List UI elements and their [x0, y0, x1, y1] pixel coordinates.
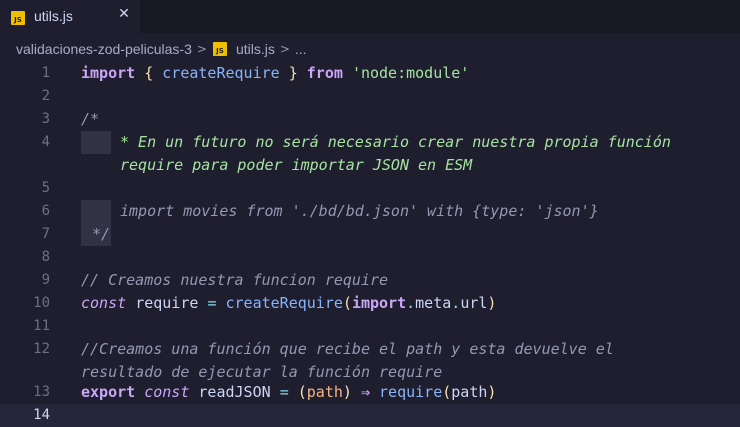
code-editor[interactable]: 1 2 3 4 5 6 7 8 9 10 11 12 13 14 import …	[0, 62, 740, 427]
tab-bar: JS utils.js ✕	[0, 0, 740, 33]
javascript-file-icon: JS	[11, 11, 25, 25]
javascript-file-icon: JS	[212, 42, 227, 56]
breadcrumb-file[interactable]: utils.js	[236, 41, 275, 57]
line-number: 12	[33, 341, 50, 357]
line-number: 1	[41, 65, 50, 81]
code-line: import { createRequire } from 'node:modu…	[81, 64, 470, 82]
close-icon[interactable]: ✕	[116, 6, 132, 26]
line-number: 9	[41, 272, 50, 288]
indent-guide	[81, 200, 111, 223]
code-line-wrap: require para poder importar JSON en ESM	[120, 156, 473, 174]
code-line: * En un futuro no será necesario crear n…	[120, 133, 671, 151]
line-number: 3	[41, 111, 50, 127]
line-number: 11	[33, 318, 50, 334]
breadcrumb: validaciones-zod-peliculas-3 > JS utils.…	[0, 37, 740, 61]
tab-utils-js[interactable]: JS utils.js ✕	[0, 0, 140, 33]
line-number-active: 14	[33, 407, 50, 423]
current-line-highlight	[0, 404, 740, 427]
code-line: */	[92, 225, 111, 243]
tab-label: utils.js	[34, 8, 73, 24]
code-line: /*	[81, 110, 100, 128]
breadcrumb-symbols[interactable]: ...	[295, 41, 307, 57]
line-number: 4	[41, 134, 50, 150]
code-line: const require = createRequire(import.met…	[81, 294, 497, 312]
code-line: export const readJSON = (path) ⇒ require…	[81, 383, 497, 401]
line-number: 10	[33, 295, 50, 311]
line-number: 13	[33, 384, 50, 400]
line-number: 5	[41, 180, 50, 196]
code-line: import movies from './bd/bd.json' with {…	[120, 202, 599, 220]
code-line: // Creamos nuestra funcion require	[81, 271, 389, 289]
chevron-right-icon: >	[196, 42, 207, 56]
line-number: 7	[41, 226, 50, 242]
code-line: //Creamos una función que recibe el path…	[81, 340, 614, 358]
chevron-right-icon: >	[279, 42, 290, 56]
indent-guide	[81, 131, 111, 154]
line-number: 8	[41, 249, 50, 265]
breadcrumb-folder[interactable]: validaciones-zod-peliculas-3	[16, 41, 192, 57]
line-number: 6	[41, 203, 50, 219]
line-number: 2	[41, 88, 50, 104]
